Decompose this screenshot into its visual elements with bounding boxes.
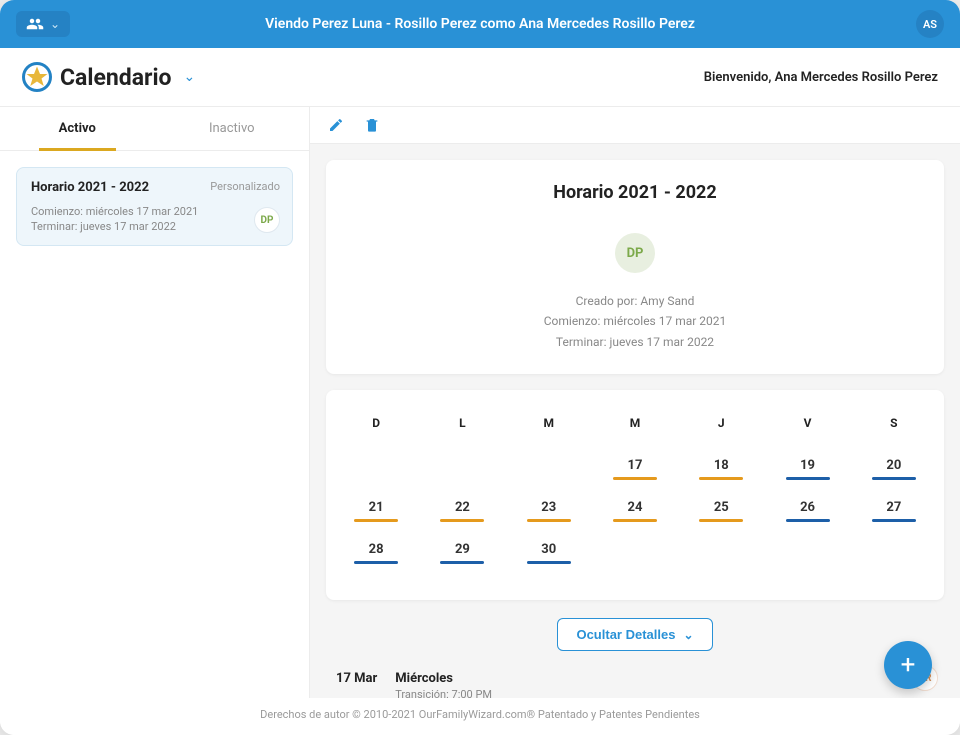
schedule-card[interactable]: Horario 2021 - 2022 Personalizado Comien… — [16, 167, 293, 246]
page-title: Calendario — [60, 64, 172, 91]
calendar-header: J — [681, 416, 761, 444]
detail-created-by: Creado por: Amy Sand — [348, 291, 922, 311]
calendar-day[interactable]: 29 — [422, 534, 502, 570]
chevron-down-icon: ⌄ — [50, 17, 60, 31]
app-logo — [22, 62, 52, 92]
edit-icon[interactable] — [328, 117, 344, 133]
calendar-day[interactable]: 22 — [422, 492, 502, 528]
footer-text: Derechos de autor © 2010-2021 OurFamilyW… — [0, 698, 960, 735]
family-switcher[interactable]: ⌄ — [16, 11, 70, 37]
calendar-day[interactable]: 26 — [767, 492, 847, 528]
calendar-day[interactable]: 24 — [595, 492, 675, 528]
schedule-card-start: Comienzo: miércoles 17 mar 2021 — [31, 205, 278, 218]
calendar-panel: DLMMJVS1718192021222324252627282930 — [326, 390, 944, 600]
calendar-day[interactable]: 30 — [509, 534, 589, 570]
calendar-day[interactable]: 28 — [336, 534, 416, 570]
calendar-header: D — [336, 416, 416, 444]
calendar-day[interactable]: 21 — [336, 492, 416, 528]
day-dow: Miércoles — [395, 671, 492, 686]
day-date: 17 Mar — [336, 671, 377, 686]
calendar-day[interactable]: 17 — [595, 450, 675, 486]
welcome-text: Bienvenido, Ana Mercedes Rosillo Perez — [704, 70, 938, 85]
schedule-card-end: Terminar: jueves 17 mar 2022 — [31, 220, 278, 233]
people-icon — [26, 15, 44, 33]
topbar-title: Viendo Perez Luna - Rosillo Perez como A… — [0, 16, 960, 32]
tab-inactive[interactable]: Inactivo — [155, 107, 310, 150]
calendar-day[interactable]: 25 — [681, 492, 761, 528]
schedule-card-badge: Personalizado — [210, 180, 280, 193]
calendar-day[interactable]: 20 — [854, 450, 934, 486]
page-title-dropdown[interactable]: ⌄ — [184, 69, 196, 85]
user-avatar-top[interactable]: AS — [916, 10, 944, 38]
hide-details-label: Ocultar Detalles — [576, 627, 675, 642]
calendar-day[interactable]: 27 — [854, 492, 934, 528]
calendar-header: M — [509, 416, 589, 444]
calendar-header: S — [854, 416, 934, 444]
calendar-header: L — [422, 416, 502, 444]
calendar-day[interactable]: 19 — [767, 450, 847, 486]
detail-start: Comienzo: miércoles 17 mar 2021 — [348, 311, 922, 331]
top-bar: ⌄ Viendo Perez Luna - Rosillo Perez como… — [0, 0, 960, 48]
hide-details-button[interactable]: Ocultar Detalles ⌄ — [557, 618, 712, 651]
sub-header: Calendario ⌄ Bienvenido, Ana Mercedes Ro… — [0, 48, 960, 107]
add-button[interactable]: + — [884, 641, 932, 689]
detail-toolbar — [310, 107, 960, 144]
detail-end: Terminar: jueves 17 mar 2022 — [348, 332, 922, 352]
detail-avatar: DP — [615, 233, 655, 273]
schedule-detail-panel: Horario 2021 - 2022 DP Creado por: Amy S… — [326, 160, 944, 374]
trash-icon[interactable] — [364, 117, 380, 133]
calendar-header: V — [767, 416, 847, 444]
schedule-tabs: Activo Inactivo — [0, 107, 309, 151]
calendar-day[interactable]: 23 — [509, 492, 589, 528]
detail-title: Horario 2021 - 2022 — [348, 182, 922, 203]
calendar-day[interactable]: 18 — [681, 450, 761, 486]
day-detail-row: 17 Mar Miércoles Transición: 7:00 PM AR — [326, 665, 944, 701]
calendar-header: M — [595, 416, 675, 444]
tab-active[interactable]: Activo — [0, 107, 155, 150]
chevron-down-icon: ⌄ — [683, 628, 693, 642]
schedule-card-avatar: DP — [254, 207, 280, 233]
